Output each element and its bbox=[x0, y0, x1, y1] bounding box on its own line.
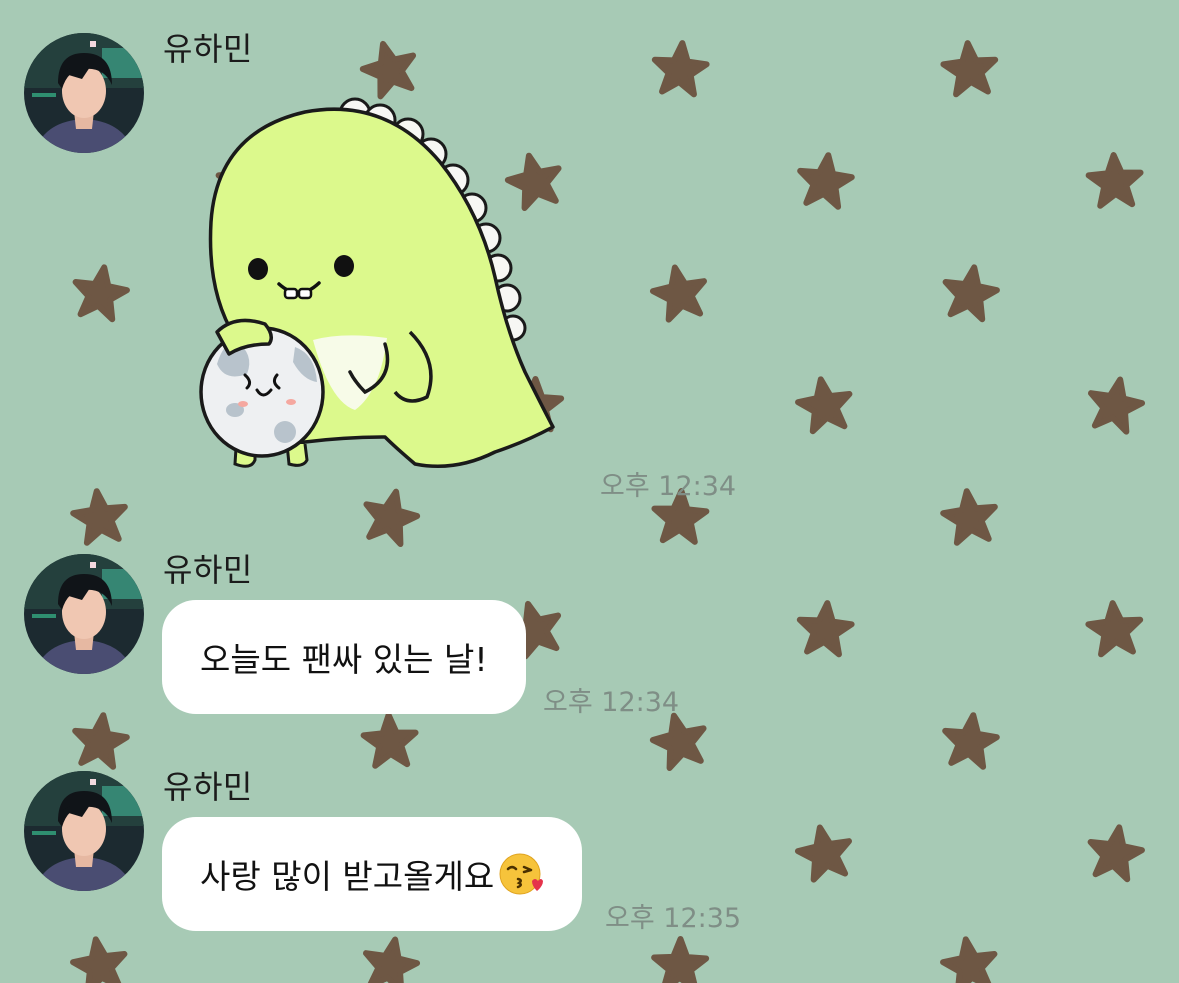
face-blowing-kiss-emoji bbox=[499, 853, 544, 895]
sender-name: 유하민 bbox=[163, 768, 253, 806]
dinosaur-holding-egg-sticker[interactable] bbox=[195, 92, 560, 477]
star-pattern-icon bbox=[794, 823, 855, 882]
star-pattern-icon bbox=[1086, 823, 1145, 881]
profile-photo-icon bbox=[24, 554, 144, 674]
sender-avatar[interactable] bbox=[24, 33, 144, 153]
message-text: 오늘도 팬싸 있는 날! bbox=[200, 640, 488, 679]
star-pattern-icon bbox=[652, 41, 708, 95]
star-pattern-icon bbox=[940, 935, 999, 983]
star-pattern-icon bbox=[941, 488, 999, 544]
star-pattern-icon bbox=[71, 712, 129, 768]
star-pattern-icon bbox=[942, 41, 998, 95]
sender-avatar[interactable] bbox=[24, 771, 144, 891]
star-pattern-icon bbox=[363, 714, 418, 767]
star-pattern-icon bbox=[941, 263, 1000, 321]
sender-name: 유하민 bbox=[163, 551, 253, 589]
message-text: 사랑 많이 받고올게요 bbox=[200, 857, 495, 896]
message-timestamp: 오후 12:34 bbox=[543, 687, 680, 718]
sender-avatar[interactable] bbox=[24, 554, 144, 674]
star-pattern-icon bbox=[1087, 601, 1143, 655]
star-pattern-icon bbox=[795, 375, 854, 433]
star-pattern-icon bbox=[796, 152, 854, 208]
message-bubble[interactable]: 사랑 많이 받고올게요 bbox=[162, 817, 583, 931]
star-pattern-icon bbox=[797, 601, 853, 655]
star-pattern-icon bbox=[358, 37, 421, 99]
star-pattern-icon bbox=[1088, 154, 1143, 207]
star-pattern-icon bbox=[70, 935, 129, 983]
star-pattern-icon bbox=[71, 488, 129, 544]
message-bubble[interactable]: 오늘도 팬싸 있는 날! bbox=[162, 600, 526, 714]
star-pattern-icon bbox=[71, 263, 130, 321]
star-pattern-icon bbox=[654, 939, 707, 983]
star-pattern-icon bbox=[1085, 375, 1146, 434]
message-timestamp: 오후 12:34 bbox=[600, 471, 737, 502]
star-pattern-icon bbox=[359, 486, 421, 546]
profile-photo-icon bbox=[24, 771, 144, 891]
message-timestamp: 오후 12:35 bbox=[605, 903, 742, 934]
star-pattern-icon bbox=[360, 935, 421, 983]
star-pattern-icon bbox=[649, 263, 710, 322]
profile-photo-icon bbox=[24, 33, 144, 153]
star-pattern-icon bbox=[941, 712, 999, 768]
sender-name: 유하민 bbox=[163, 30, 253, 68]
